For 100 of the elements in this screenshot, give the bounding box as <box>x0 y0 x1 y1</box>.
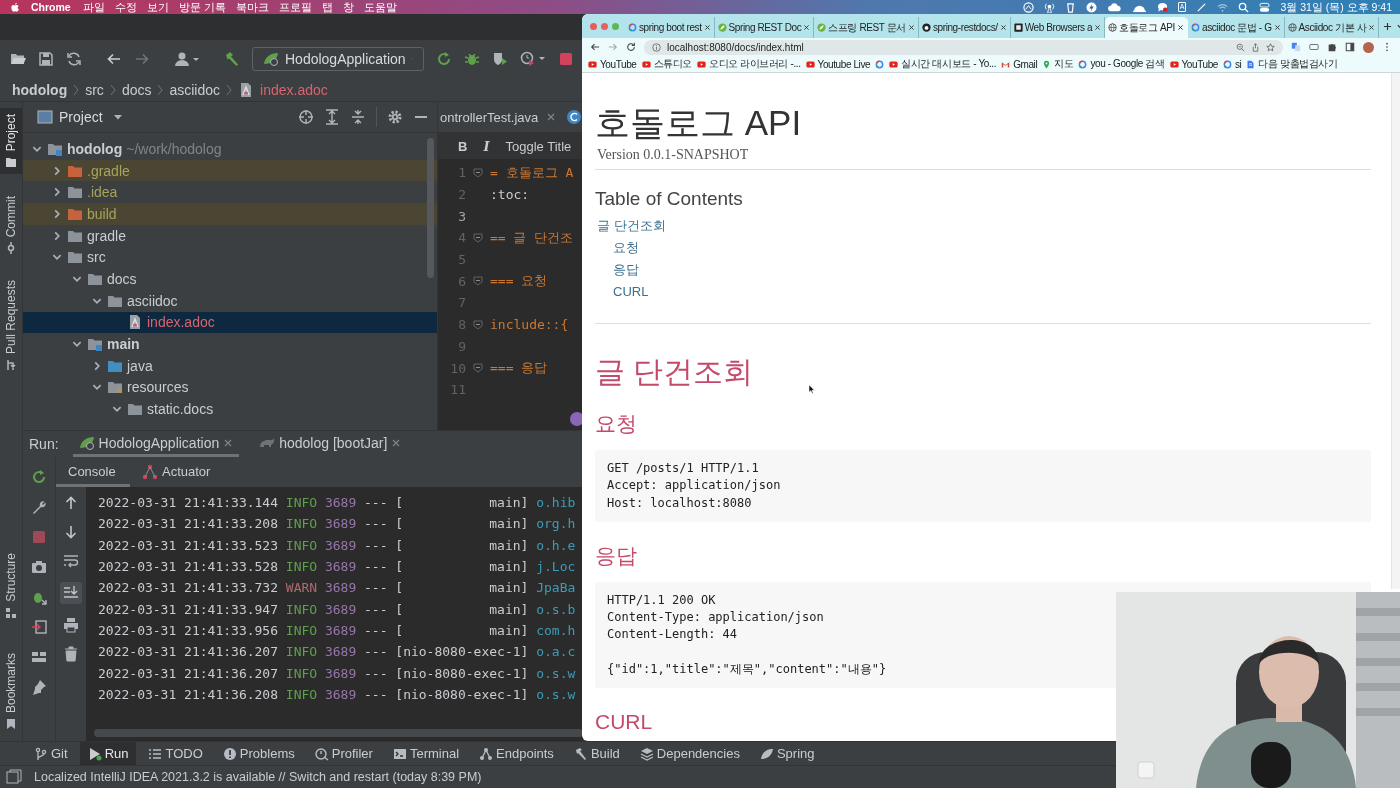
bookmark[interactable]: 오디오 라이브러리 -... <box>696 57 801 71</box>
broadcast-icon[interactable] <box>1043 1 1055 13</box>
back-arrow-icon[interactable] <box>590 42 600 52</box>
bookmark[interactable]: 지도 <box>1042 57 1074 71</box>
bookmark[interactable]: Gmail <box>1001 58 1038 70</box>
trash-icon[interactable] <box>63 646 79 662</box>
star-icon[interactable] <box>1266 42 1275 52</box>
layout-icon[interactable] <box>31 649 47 665</box>
person-dropdown-icon[interactable] <box>174 51 200 67</box>
tool-window-tab[interactable]: Terminal <box>384 742 468 765</box>
process-tab[interactable]: HodologApplication <box>72 431 240 457</box>
menu-item[interactable]: 탭 <box>321 0 333 14</box>
tree-item[interactable]: static.docs <box>23 398 437 420</box>
scrollbar[interactable] <box>1391 73 1400 589</box>
address-bar[interactable]: localhost:8080/docs/index.html <box>644 39 1283 55</box>
browser-tab[interactable]: 호돌로그 API <box>1105 17 1188 38</box>
menu-item[interactable]: 방문 기록 <box>178 0 226 14</box>
tree-item[interactable]: src <box>23 246 437 269</box>
save-icon[interactable] <box>38 51 54 67</box>
close-icon[interactable] <box>1273 24 1281 31</box>
toc-link[interactable]: 응답 <box>613 259 1371 281</box>
console-tab[interactable]: Actuator <box>130 459 223 487</box>
chat-icon[interactable] <box>1156 1 1168 13</box>
up-arrow-icon[interactable] <box>63 495 79 511</box>
tree-item[interactable]: java <box>23 354 437 377</box>
toc-link[interactable]: 요청 <box>613 237 1371 259</box>
folder-icon[interactable] <box>10 51 26 67</box>
down-arrow-icon[interactable] <box>63 524 79 540</box>
pin-icon[interactable] <box>31 679 47 695</box>
process-tab[interactable]: hodolog [bootJar] <box>253 431 408 457</box>
sync-icon[interactable] <box>66 51 82 67</box>
breadcrumb-item[interactable]: hodolog <box>12 81 68 98</box>
tool-window-tab[interactable]: Git <box>26 742 76 765</box>
menu-item[interactable]: Chrome <box>31 0 71 14</box>
close-icon[interactable] <box>907 24 915 31</box>
cup-icon[interactable] <box>1064 1 1076 13</box>
puzzle-icon[interactable] <box>1327 42 1337 52</box>
tool-window-tab[interactable]: Endpoints <box>471 742 562 765</box>
fold-marker-icon[interactable] <box>473 319 483 330</box>
menu-item[interactable]: 북마크 <box>235 0 269 14</box>
sidebar-icon[interactable] <box>1345 42 1355 52</box>
tool-window-tab[interactable]: Commit <box>0 190 22 261</box>
scroll-to-end-icon[interactable] <box>60 582 82 604</box>
tree-item[interactable]: gradle <box>23 224 437 247</box>
tool-window-tab[interactable]: Pull Requests <box>0 274 22 378</box>
cloud-icon[interactable] <box>1106 1 1122 13</box>
tree-item[interactable]: index.adoc <box>23 311 437 334</box>
close-icon[interactable] <box>1094 24 1102 31</box>
fold-marker-icon[interactable] <box>473 363 483 374</box>
menu-item[interactable]: 창 <box>342 0 354 14</box>
wrench-icon[interactable] <box>31 499 47 515</box>
toc-link[interactable]: 글 단건조회 <box>597 215 1371 237</box>
tree-item[interactable]: main <box>23 333 437 355</box>
close-icon[interactable] <box>1176 24 1184 31</box>
printer-icon[interactable] <box>63 617 79 633</box>
close-icon[interactable] <box>803 24 811 31</box>
zoom-icon[interactable] <box>1236 42 1245 52</box>
expand-all-icon[interactable] <box>324 109 340 125</box>
translate-icon[interactable] <box>1291 42 1301 52</box>
scrollbar[interactable] <box>94 729 583 737</box>
close-icon[interactable] <box>1368 24 1376 31</box>
menu-item[interactable]: 보기 <box>146 0 169 14</box>
run-configuration-dropdown[interactable]: HodologApplication <box>252 47 424 71</box>
fold-marker-icon[interactable] <box>473 232 483 243</box>
bookmark[interactable]: YouTube <box>1169 58 1218 70</box>
tool-window-tab[interactable]: Spring <box>751 742 823 765</box>
breadcrumb-item[interactable]: docs <box>121 81 152 98</box>
back-arrow-icon[interactable] <box>106 51 122 67</box>
bookmark[interactable] <box>875 59 885 69</box>
camera-icon[interactable] <box>31 559 47 575</box>
format-button[interactable]: B <box>452 136 474 156</box>
class-file-icon[interactable] <box>566 109 583 125</box>
login-icon[interactable] <box>31 619 47 635</box>
wrap-icon[interactable] <box>63 553 79 569</box>
bookmark[interactable]: you - Google 검색 <box>1078 57 1165 71</box>
crosshair-icon[interactable] <box>298 109 314 125</box>
toggle-icon[interactable] <box>1259 1 1271 13</box>
close-icon[interactable] <box>999 24 1007 31</box>
format-button[interactable]: Toggle Title <box>499 136 578 156</box>
bookmark[interactable]: Youtube Live <box>805 58 871 70</box>
rerun-icon[interactable] <box>436 51 452 67</box>
menu-item[interactable]: 수정 <box>114 0 137 14</box>
plus-icon[interactable] <box>1383 21 1393 31</box>
tree-item[interactable]: asciidoc <box>23 289 437 312</box>
menu-item[interactable]: 프로필 <box>278 0 312 14</box>
tree-item[interactable]: .gradle <box>23 159 437 182</box>
bolt-icon[interactable] <box>1085 1 1097 13</box>
collapse-all-icon[interactable] <box>350 109 366 125</box>
menu-item[interactable]: 파일 <box>82 0 105 14</box>
bookmark[interactable]: 스튜디오 <box>641 57 692 71</box>
breadcrumb-item[interactable]: src <box>85 81 104 98</box>
tool-window-tab[interactable]: TODO <box>140 742 211 765</box>
clock-play-icon[interactable] <box>520 51 546 67</box>
bookmark[interactable]: YouTube <box>588 58 637 70</box>
tool-window-tab[interactable]: Project <box>0 108 22 175</box>
tool-window-tab[interactable]: Build <box>565 742 628 765</box>
apple-icon[interactable] <box>10 1 21 13</box>
tree-item[interactable]: build <box>23 203 437 225</box>
share-icon[interactable] <box>1251 42 1260 52</box>
hammer-icon[interactable] <box>224 51 240 67</box>
